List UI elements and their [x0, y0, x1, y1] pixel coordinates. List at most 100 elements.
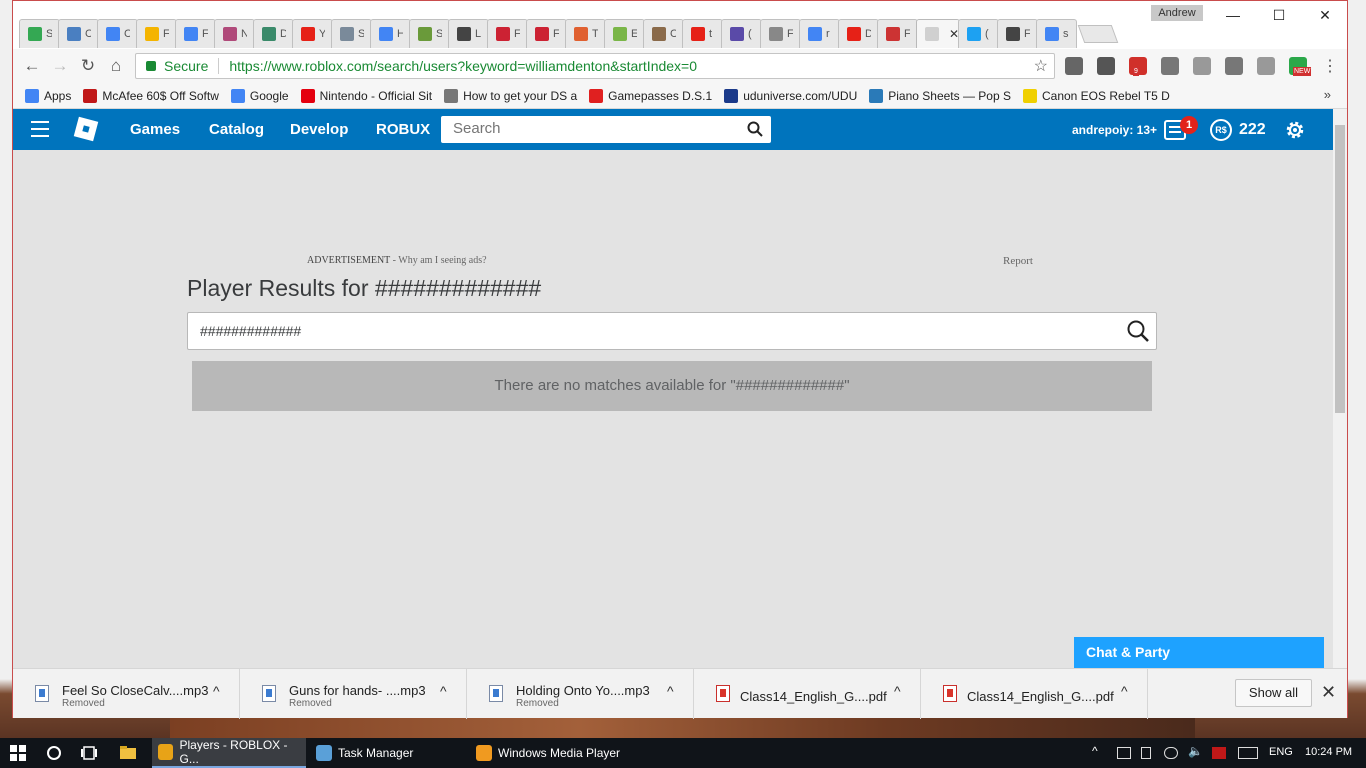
clock[interactable]: 10:24 PM: [1305, 746, 1352, 758]
browser-tab[interactable]: F: [997, 19, 1038, 48]
browser-tab[interactable]: t: [682, 19, 723, 48]
browser-tab[interactable]: C: [97, 19, 138, 48]
nav-games[interactable]: Games: [130, 121, 180, 138]
skype-icon[interactable]: [1193, 57, 1211, 75]
browser-tab[interactable]: S: [19, 19, 60, 48]
bookmark-item[interactable]: Nintendo - Official Sit: [300, 88, 432, 103]
gear-icon[interactable]: [1284, 119, 1306, 141]
chevron-up-icon[interactable]: ^: [440, 683, 447, 699]
browser-tab[interactable]: r: [799, 19, 840, 48]
network-icon[interactable]: [1117, 747, 1131, 759]
hamburger-menu-icon[interactable]: [31, 121, 49, 137]
browser-tab[interactable]: (: [958, 19, 999, 48]
browser-tab[interactable]: D: [838, 19, 879, 48]
bookmark-item[interactable]: uduniverse.com/UDU: [724, 88, 857, 103]
search-icon[interactable]: [747, 121, 763, 137]
mcafee-tray-icon[interactable]: [1212, 747, 1226, 759]
keyboard-icon[interactable]: [1238, 747, 1258, 759]
username-label[interactable]: andrepoiy: 13+: [1072, 123, 1157, 137]
download-item[interactable]: Class14_English_G....pdf ^: [694, 669, 921, 719]
nav-catalog[interactable]: Catalog: [209, 121, 264, 138]
header-search-input[interactable]: [453, 116, 743, 141]
bookmark-item[interactable]: Gamepasses D.S.1: [589, 88, 712, 103]
player-search-box[interactable]: #############: [187, 312, 1157, 350]
browser-tab[interactable]: T: [565, 19, 606, 48]
onedrive-icon[interactable]: [1164, 747, 1178, 759]
report-ad-link[interactable]: Report: [1003, 255, 1033, 267]
menu-icon[interactable]: ⋮: [1319, 55, 1341, 77]
browser-tab[interactable]: F: [487, 19, 528, 48]
cast-icon[interactable]: [1065, 57, 1083, 75]
browser-tab[interactable]: C: [643, 19, 684, 48]
battery-icon[interactable]: [1141, 747, 1151, 759]
chat-party-button[interactable]: Chat & Party: [1074, 637, 1324, 668]
chevron-up-icon[interactable]: ^: [894, 683, 901, 699]
browser-tab[interactable]: F: [175, 19, 216, 48]
robux-icon[interactable]: R$: [1210, 119, 1232, 141]
nav-robux[interactable]: ROBUX: [376, 121, 430, 138]
bookmark-item[interactable]: Google: [230, 88, 289, 103]
extension-box-icon[interactable]: [1161, 57, 1179, 75]
bookmark-item[interactable]: McAfee 60$ Off Softw: [83, 88, 219, 103]
taskbar-app[interactable]: Task Manager: [310, 738, 470, 768]
home-icon[interactable]: ⌂: [105, 55, 127, 77]
browser-tab[interactable]: F: [877, 19, 918, 48]
browser-tab[interactable]: s: [1036, 19, 1077, 48]
volume-icon[interactable]: 🔈: [1188, 744, 1203, 758]
why-ads-link[interactable]: - Why am I seeing ads?: [390, 255, 487, 266]
browser-tab[interactable]: F: [760, 19, 801, 48]
pdf-icon[interactable]: [1257, 57, 1275, 75]
language-indicator[interactable]: ENG: [1269, 746, 1293, 758]
chevron-up-icon[interactable]: ^: [1121, 683, 1128, 699]
browser-tab[interactable]: F: [526, 19, 567, 48]
tray-overflow-icon[interactable]: ^: [1092, 744, 1106, 758]
download-item[interactable]: Feel So CloseCalv....mp3 Removed ^: [13, 669, 240, 719]
file-explorer-icon[interactable]: [120, 745, 136, 761]
chevron-up-icon[interactable]: ^: [213, 683, 220, 699]
reload-icon[interactable]: ↻: [77, 55, 99, 77]
minimize-button[interactable]: —: [1219, 5, 1247, 25]
browser-tab[interactable]: D: [253, 19, 294, 48]
browser-tab[interactable]: Y: [292, 19, 333, 48]
new-tab-button[interactable]: [1077, 25, 1119, 43]
bookmarks-overflow-button[interactable]: »: [1324, 87, 1331, 102]
browser-tab[interactable]: H: [370, 19, 411, 48]
browser-tab[interactable]: S: [409, 19, 450, 48]
browser-tab[interactable]: C: [58, 19, 99, 48]
windows-start-icon[interactable]: [10, 745, 26, 761]
close-icon[interactable]: ✕: [1321, 682, 1336, 703]
taskbar-app[interactable]: Players - ROBLOX - G...: [152, 738, 306, 768]
page-scrollbar[interactable]: [1333, 109, 1347, 668]
player-search-input[interactable]: #############: [200, 323, 301, 339]
feather-icon[interactable]: [1225, 57, 1243, 75]
browser-tab[interactable]: F: [136, 19, 177, 48]
show-all-button[interactable]: Show all: [1235, 679, 1312, 707]
maximize-button[interactable]: ☐: [1265, 5, 1293, 25]
browser-tab[interactable]: E: [604, 19, 645, 48]
bookmark-item[interactable]: Apps: [25, 88, 71, 103]
browser-tab[interactable]: S: [331, 19, 372, 48]
nav-develop[interactable]: Develop: [290, 121, 348, 138]
profile-button[interactable]: Andrew: [1151, 5, 1203, 21]
taskbar-app[interactable]: Windows Media Player: [470, 738, 630, 768]
star-icon[interactable]: ☆: [1034, 56, 1048, 76]
browser-tab[interactable]: N: [214, 19, 255, 48]
forward-icon[interactable]: →: [49, 55, 71, 77]
browser-tab[interactable]: L: [448, 19, 489, 48]
download-item[interactable]: Holding Onto Yo....mp3 Removed ^: [467, 669, 694, 719]
scroll-thumb[interactable]: [1335, 125, 1345, 413]
window-close-button[interactable]: ✕: [1311, 5, 1339, 25]
cortana-search-icon[interactable]: [46, 745, 62, 761]
robux-balance[interactable]: 222: [1239, 121, 1266, 139]
new-extension-icon[interactable]: NEW: [1289, 57, 1312, 76]
task-view-icon[interactable]: [81, 745, 97, 761]
chevron-up-icon[interactable]: ^: [667, 683, 674, 699]
heart-icon[interactable]: [1097, 57, 1115, 75]
browser-tab[interactable]: (: [721, 19, 762, 48]
bookmark-item[interactable]: How to get your DS a: [444, 88, 577, 103]
back-icon[interactable]: ←: [21, 55, 43, 77]
download-item[interactable]: Class14_English_G....pdf ^: [921, 669, 1148, 719]
bookmark-item[interactable]: Piano Sheets — Pop S: [869, 88, 1011, 103]
search-icon[interactable]: [1126, 319, 1150, 343]
url-text[interactable]: https://www.roblox.com/search/users?keyw…: [229, 58, 697, 74]
